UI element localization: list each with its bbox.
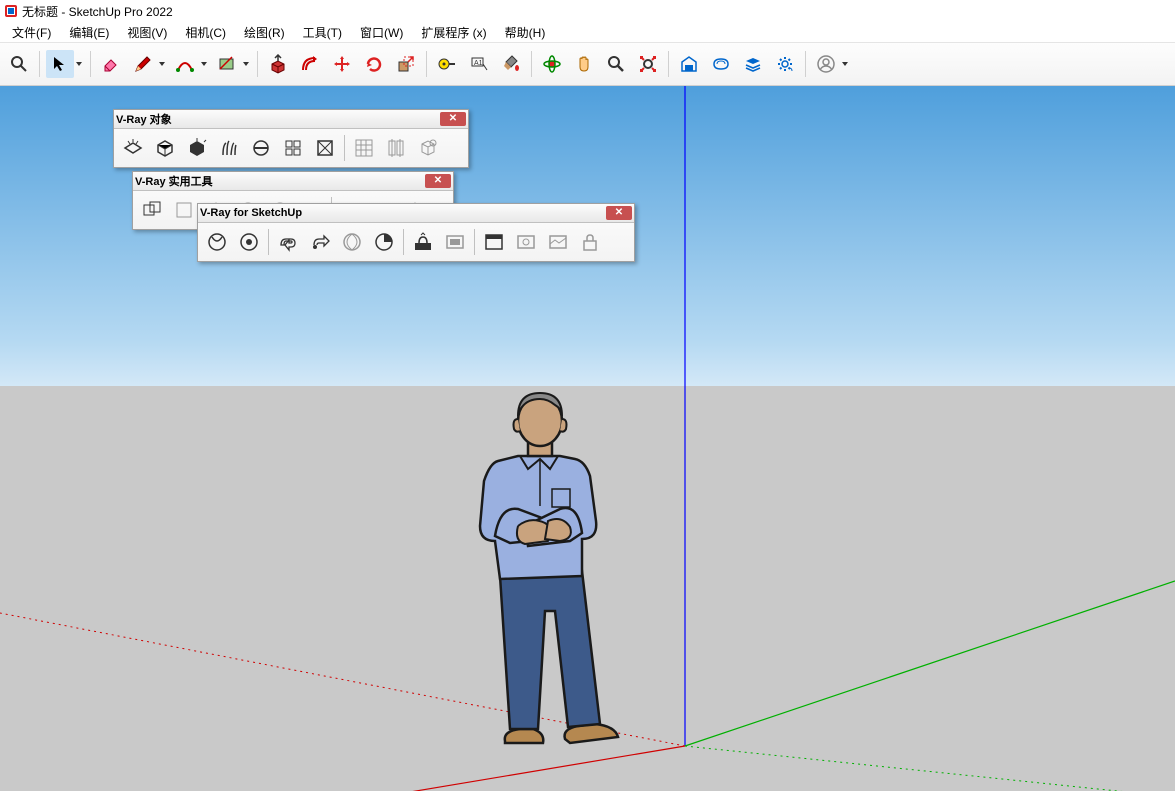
render-stop-icon[interactable]	[369, 227, 399, 257]
text-tool[interactable]: A1	[464, 49, 494, 79]
orbit-tool[interactable]	[537, 49, 567, 79]
chevron-down-icon[interactable]	[157, 60, 167, 68]
mesh-light-icon[interactable]	[310, 133, 340, 163]
layers-icon[interactable]	[738, 49, 768, 79]
offset-tool[interactable]	[295, 49, 325, 79]
render-cloud-icon[interactable]	[337, 227, 367, 257]
close-icon[interactable]: ✕	[606, 206, 632, 220]
warehouse-icon[interactable]	[674, 49, 704, 79]
user-account-icon[interactable]	[811, 49, 851, 79]
render-viewport-icon[interactable]	[305, 227, 335, 257]
menu-file[interactable]: 文件(F)	[4, 23, 59, 42]
pushpull-tool[interactable]	[263, 49, 293, 79]
chevron-down-icon[interactable]	[74, 60, 84, 68]
lock-icon[interactable]	[575, 227, 605, 257]
util-1-icon[interactable]	[137, 195, 167, 225]
menu-draw[interactable]: 绘图(R)	[236, 23, 293, 42]
menu-window[interactable]: 窗口(W)	[352, 23, 411, 42]
window-title: 无标题 - SketchUp Pro 2022	[22, 3, 173, 20]
light-plane-icon[interactable]	[118, 133, 148, 163]
pencil-tool[interactable]	[128, 49, 168, 79]
menu-camera[interactable]: 相机(C)	[177, 23, 234, 42]
panel-titlebar[interactable]: V-Ray 实用工具 ✕	[133, 172, 453, 191]
vfb-icon[interactable]	[408, 227, 438, 257]
menu-view[interactable]: 视图(V)	[119, 23, 175, 42]
paint-bucket-tool[interactable]	[496, 49, 526, 79]
zoom-extents-tool[interactable]	[633, 49, 663, 79]
menu-tools[interactable]: 工具(T)	[295, 23, 350, 42]
fur-icon[interactable]	[214, 133, 244, 163]
pan-tool[interactable]	[569, 49, 599, 79]
main-toolbar: A1	[0, 42, 1175, 86]
viewport[interactable]: V-Ray 对象 ✕ V-Ray 实用工具 ✕	[0, 86, 1175, 791]
clipper-icon[interactable]	[246, 133, 276, 163]
eraser-tool[interactable]	[96, 49, 126, 79]
select-tool[interactable]	[45, 49, 85, 79]
vray-main-panel[interactable]: V-Ray for SketchUp ✕	[197, 203, 635, 262]
cosmos-icon[interactable]	[543, 227, 573, 257]
menubar: 文件(F) 编辑(E) 视图(V) 相机(C) 绘图(R) 工具(T) 窗口(W…	[0, 22, 1175, 42]
search-icon[interactable]	[4, 49, 34, 79]
proxy-icon[interactable]	[278, 133, 308, 163]
rotate-tool[interactable]	[359, 49, 389, 79]
chevron-down-icon[interactable]	[840, 60, 850, 68]
asset-editor-icon[interactable]	[202, 227, 232, 257]
app-icon	[4, 4, 18, 18]
titlebar: 无标题 - SketchUp Pro 2022	[0, 0, 1175, 22]
panel-titlebar[interactable]: V-Ray for SketchUp ✕	[198, 204, 634, 223]
close-icon[interactable]: ✕	[440, 112, 466, 126]
panel-title-label: V-Ray for SketchUp	[200, 207, 302, 219]
tape-measure-tool[interactable]	[432, 49, 462, 79]
render-icon[interactable]	[234, 227, 264, 257]
shape-tool[interactable]	[212, 49, 252, 79]
render-rt-icon[interactable]	[273, 227, 303, 257]
util-2-icon[interactable]	[169, 195, 199, 225]
panel-titlebar[interactable]: V-Ray 对象 ✕	[114, 110, 468, 129]
chaos-cloud-icon[interactable]	[511, 227, 541, 257]
chevron-down-icon[interactable]	[241, 60, 251, 68]
zoom-tool[interactable]	[601, 49, 631, 79]
close-icon[interactable]: ✕	[425, 174, 451, 188]
settings-gear-icon[interactable]	[770, 49, 800, 79]
move-tool[interactable]	[327, 49, 357, 79]
scale-tool[interactable]	[391, 49, 421, 79]
infinite-plane-icon[interactable]	[381, 133, 411, 163]
menu-extensions[interactable]: 扩展程序 (x)	[413, 23, 494, 42]
batch-render-icon[interactable]	[440, 227, 470, 257]
menu-help[interactable]: 帮助(H)	[497, 23, 554, 42]
extension-warehouse-icon[interactable]	[706, 49, 736, 79]
arc-tool[interactable]	[170, 49, 210, 79]
menu-edit[interactable]: 编辑(E)	[61, 23, 117, 42]
frame-buffer-icon[interactable]	[479, 227, 509, 257]
chevron-down-icon[interactable]	[199, 60, 209, 68]
light-dome-icon[interactable]	[150, 133, 180, 163]
panel-title-label: V-Ray 对象	[116, 111, 172, 127]
svg-text:A1: A1	[474, 60, 483, 67]
panel-title-label: V-Ray 实用工具	[135, 173, 213, 189]
geometry-icon[interactable]	[413, 133, 443, 163]
grid-icon[interactable]	[349, 133, 379, 163]
light-sphere-icon[interactable]	[182, 133, 212, 163]
vray-objects-panel[interactable]: V-Ray 对象 ✕	[113, 109, 469, 168]
